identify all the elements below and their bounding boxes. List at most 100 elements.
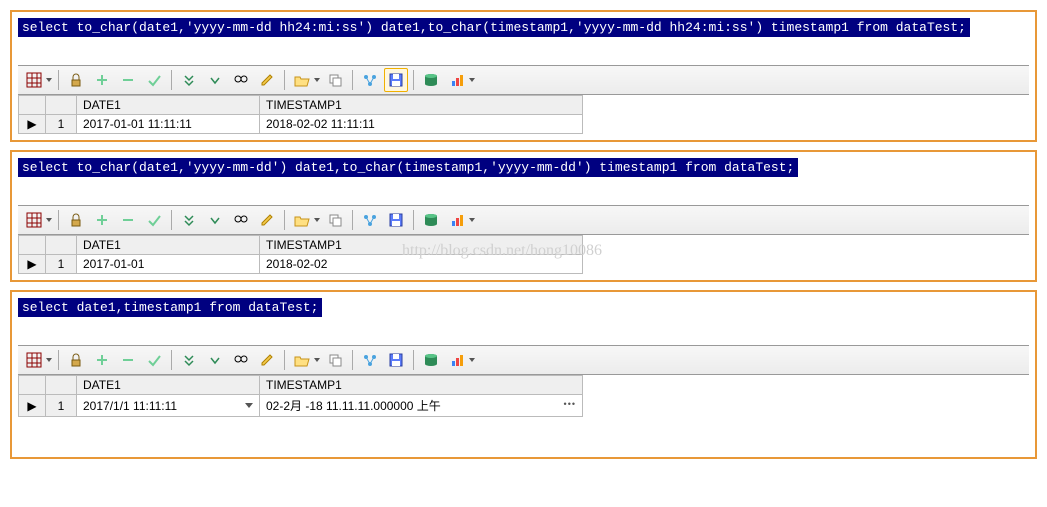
result-grid: DATE1 TIMESTAMP1 ▶ 1 2017-01-01 11:11:11…	[18, 95, 583, 134]
open-dropdown[interactable]	[313, 209, 321, 231]
copy-button[interactable]	[323, 208, 347, 232]
row-number: 1	[46, 255, 77, 274]
fetch-page-button[interactable]	[203, 208, 227, 232]
sql-text: select to_char(date1,'yyyy-mm-dd hh24:mi…	[18, 18, 970, 37]
db-button[interactable]	[419, 68, 443, 92]
save-button[interactable]	[384, 68, 408, 92]
open-dropdown[interactable]	[313, 349, 321, 371]
add-row-button[interactable]	[90, 208, 114, 232]
link-button[interactable]	[358, 68, 382, 92]
result-panel: select date1,timestamp1 from dataTest; D…	[10, 290, 1037, 459]
row-number: 1	[46, 395, 77, 417]
post-button[interactable]	[142, 68, 166, 92]
sql-text: select date1,timestamp1 from dataTest;	[18, 298, 322, 317]
grid-corner	[46, 96, 77, 115]
lock-button[interactable]	[64, 208, 88, 232]
fetch-page-button[interactable]	[203, 348, 227, 372]
result-toolbar	[18, 345, 1029, 375]
grid-layout-dropdown[interactable]	[45, 69, 53, 91]
column-header-timestamp1[interactable]: TIMESTAMP1	[260, 236, 583, 255]
post-button[interactable]	[142, 348, 166, 372]
grid-corner	[46, 376, 77, 395]
copy-button[interactable]	[323, 68, 347, 92]
lock-button[interactable]	[64, 348, 88, 372]
save-button[interactable]	[384, 348, 408, 372]
column-header-date1[interactable]: DATE1	[77, 376, 260, 395]
sql-line-wrap: select to_char(date1,'yyyy-mm-dd') date1…	[18, 158, 1029, 177]
table-row[interactable]: ▶ 1 2017-01-01 11:11:11 2018-02-02 11:11…	[19, 115, 583, 134]
result-grid: DATE1 TIMESTAMP1 ▶ 1 2017/1/1 11:11:11 0…	[18, 375, 583, 417]
lock-button[interactable]	[64, 68, 88, 92]
cell-date1[interactable]: 2017-01-01	[77, 255, 260, 274]
find-button[interactable]	[229, 68, 253, 92]
open-button[interactable]	[290, 348, 314, 372]
sql-line-wrap: select date1,timestamp1 from dataTest;	[18, 298, 1029, 317]
cell-date1[interactable]: 2017-01-01 11:11:11	[77, 115, 260, 134]
find-button[interactable]	[229, 348, 253, 372]
cell-timestamp1[interactable]: 2018-02-02	[260, 255, 583, 274]
grid-corner	[19, 376, 46, 395]
open-button[interactable]	[290, 68, 314, 92]
add-row-button[interactable]	[90, 348, 114, 372]
save-button[interactable]	[384, 208, 408, 232]
column-header-date1[interactable]: DATE1	[77, 96, 260, 115]
chart-dropdown[interactable]	[468, 209, 476, 231]
edit-button[interactable]	[255, 348, 279, 372]
fetch-all-button[interactable]	[177, 208, 201, 232]
db-button[interactable]	[419, 348, 443, 372]
grid-layout-dropdown[interactable]	[45, 209, 53, 231]
sql-text: select to_char(date1,'yyyy-mm-dd') date1…	[18, 158, 798, 177]
cell-dropdown-icon[interactable]	[245, 403, 253, 408]
post-button[interactable]	[142, 208, 166, 232]
delete-row-button[interactable]	[116, 68, 140, 92]
fetch-all-button[interactable]	[177, 348, 201, 372]
grid-layout-button[interactable]	[22, 348, 46, 372]
cell-timestamp1-value: 02-2月 -18 11.11.11.000000 上午	[266, 399, 441, 413]
chart-dropdown[interactable]	[468, 349, 476, 371]
row-pointer-icon: ▶	[19, 255, 46, 274]
grid-layout-button[interactable]	[22, 208, 46, 232]
cell-ellipsis-icon[interactable]: •••	[564, 399, 576, 409]
row-pointer-icon: ▶	[19, 395, 46, 417]
grid-layout-button[interactable]	[22, 68, 46, 92]
grid-corner	[19, 236, 46, 255]
delete-row-button[interactable]	[116, 208, 140, 232]
grid-corner	[46, 236, 77, 255]
result-toolbar	[18, 205, 1029, 235]
chart-dropdown[interactable]	[468, 69, 476, 91]
copy-button[interactable]	[323, 348, 347, 372]
chart-button[interactable]	[445, 348, 469, 372]
column-header-timestamp1[interactable]: TIMESTAMP1	[260, 376, 583, 395]
fetch-page-button[interactable]	[203, 68, 227, 92]
cell-date1-value: 2017/1/1 11:11:11	[83, 399, 177, 413]
result-panel: select to_char(date1,'yyyy-mm-dd') date1…	[10, 150, 1037, 282]
add-row-button[interactable]	[90, 68, 114, 92]
cell-date1[interactable]: 2017/1/1 11:11:11	[77, 395, 260, 417]
column-header-date1[interactable]: DATE1	[77, 236, 260, 255]
cell-timestamp1[interactable]: 02-2月 -18 11.11.11.000000 上午 •••	[260, 395, 583, 417]
edit-button[interactable]	[255, 68, 279, 92]
grid-layout-dropdown[interactable]	[45, 349, 53, 371]
grid-corner	[19, 96, 46, 115]
open-button[interactable]	[290, 208, 314, 232]
table-row[interactable]: ▶ 1 2017-01-01 2018-02-02	[19, 255, 583, 274]
open-dropdown[interactable]	[313, 69, 321, 91]
row-pointer-icon: ▶	[19, 115, 46, 134]
result-toolbar	[18, 65, 1029, 95]
edit-button[interactable]	[255, 208, 279, 232]
delete-row-button[interactable]	[116, 348, 140, 372]
link-button[interactable]	[358, 208, 382, 232]
cell-timestamp1[interactable]: 2018-02-02 11:11:11	[260, 115, 583, 134]
link-button[interactable]	[358, 348, 382, 372]
find-button[interactable]	[229, 208, 253, 232]
fetch-all-button[interactable]	[177, 68, 201, 92]
chart-button[interactable]	[445, 208, 469, 232]
table-row[interactable]: ▶ 1 2017/1/1 11:11:11 02-2月 -18 11.11.11…	[19, 395, 583, 417]
row-number: 1	[46, 115, 77, 134]
db-button[interactable]	[419, 208, 443, 232]
sql-line-wrap: select to_char(date1,'yyyy-mm-dd hh24:mi…	[18, 18, 1029, 37]
chart-button[interactable]	[445, 68, 469, 92]
result-panel: select to_char(date1,'yyyy-mm-dd hh24:mi…	[10, 10, 1037, 142]
result-grid: DATE1 TIMESTAMP1 ▶ 1 2017-01-01 2018-02-…	[18, 235, 583, 274]
column-header-timestamp1[interactable]: TIMESTAMP1	[260, 96, 583, 115]
